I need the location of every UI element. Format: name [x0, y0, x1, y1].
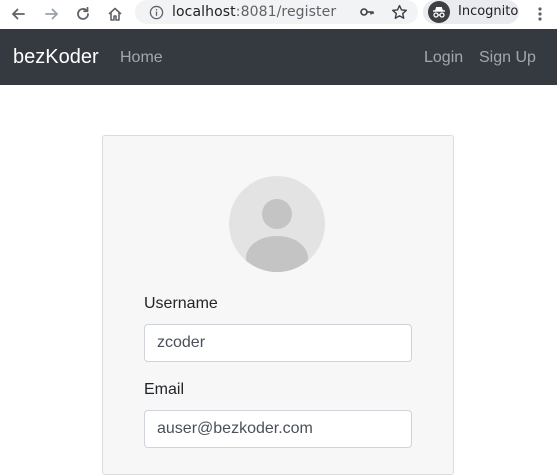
incognito-icon	[428, 1, 450, 23]
user-avatar-icon	[229, 176, 325, 272]
avatar-silhouette-icon	[246, 199, 308, 272]
arrow-left-icon	[12, 8, 25, 20]
url-text[interactable]: localhost:8081/register	[172, 4, 336, 20]
forward-button[interactable]	[40, 2, 64, 26]
info-icon	[149, 5, 163, 19]
reload-icon	[77, 6, 89, 20]
nav-home-link[interactable]: Home	[120, 49, 163, 67]
incognito-glyph-icon	[433, 7, 445, 18]
browser-toolbar: localhost:8081/register Incognito	[0, 0, 557, 29]
home-icon	[108, 7, 122, 21]
home-button[interactable]	[103, 2, 127, 26]
email-input[interactable]	[144, 410, 412, 448]
bookmark-star-button[interactable]	[390, 3, 408, 21]
incognito-label: Incognito	[458, 4, 519, 19]
url-path: :8081/register	[235, 4, 337, 20]
arrow-right-icon	[45, 8, 58, 20]
key-icon	[360, 8, 374, 16]
url-host: localhost	[172, 4, 236, 20]
email-label: Email	[144, 381, 185, 398]
star-icon	[391, 4, 407, 19]
username-input[interactable]	[144, 324, 412, 362]
password-key-button[interactable]	[358, 3, 376, 21]
site-info-button[interactable]	[147, 3, 165, 21]
nav-signup-link[interactable]: Sign Up	[479, 49, 536, 67]
username-label: Username	[144, 295, 218, 312]
browser-menu-button[interactable]	[533, 2, 547, 26]
nav-login-link[interactable]: Login	[424, 49, 463, 67]
back-button[interactable]	[6, 2, 30, 26]
brand-link[interactable]: bezKoder	[13, 46, 99, 69]
more-vert-icon	[538, 7, 542, 21]
reload-button[interactable]	[71, 2, 95, 26]
app-navbar: bezKoder Home Login Sign Up	[0, 29, 557, 85]
